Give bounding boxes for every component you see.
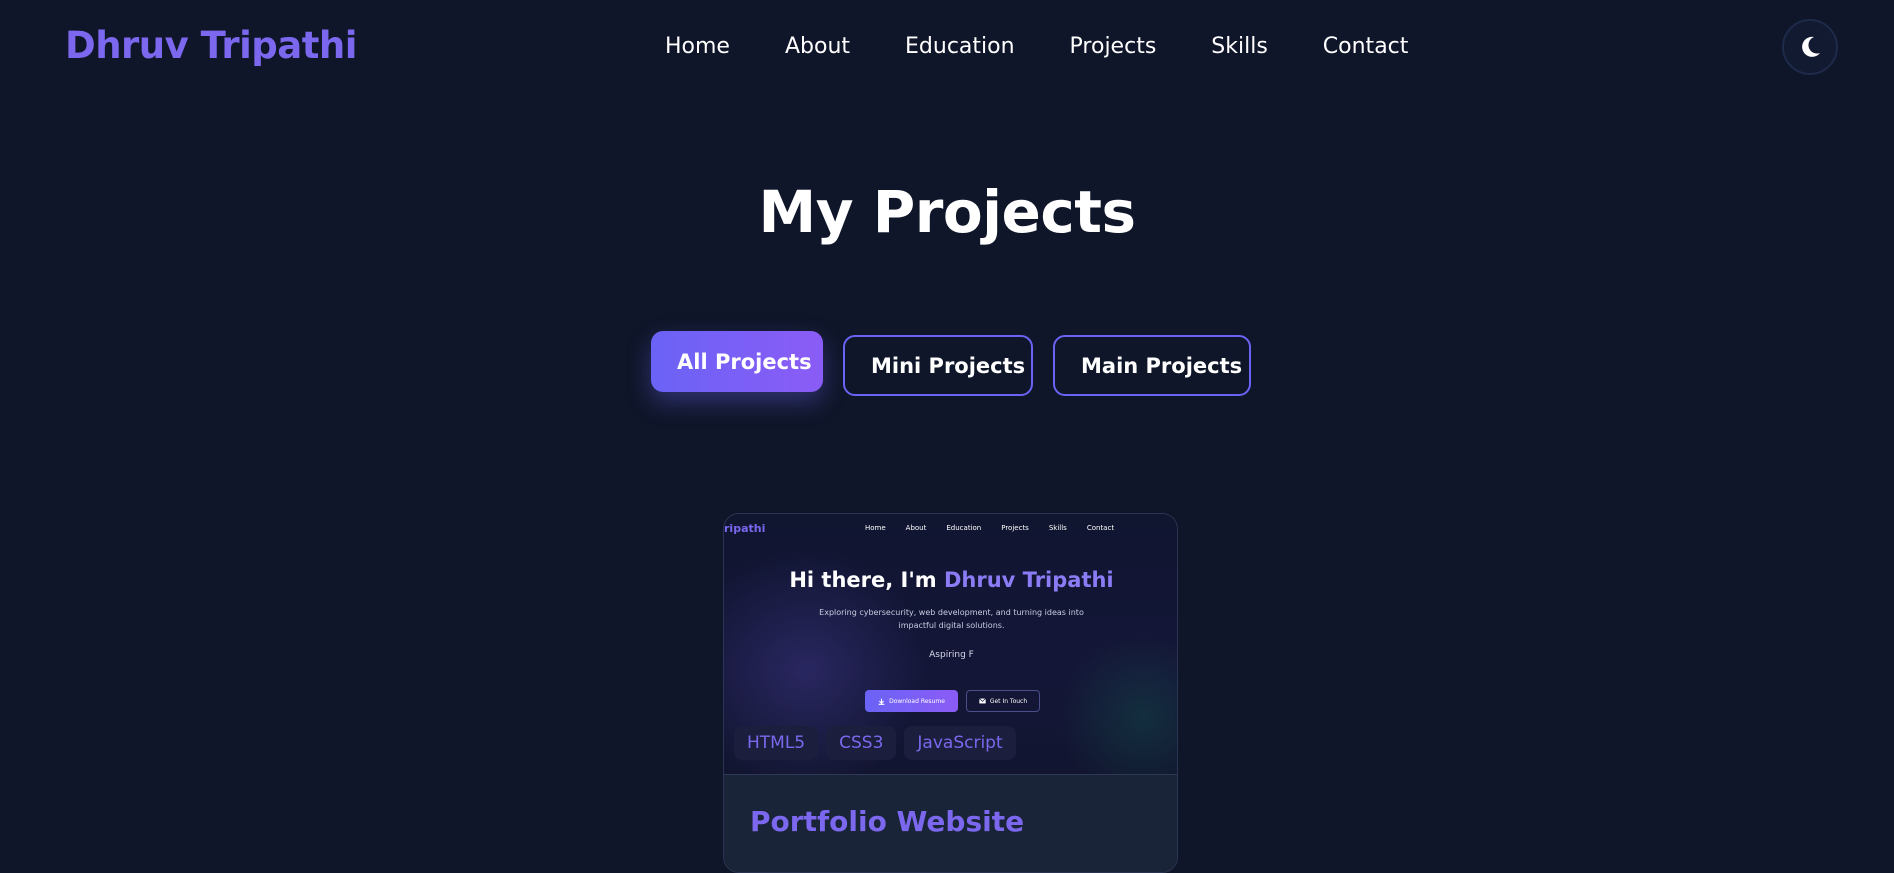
moon-icon: [1802, 36, 1820, 57]
preview-nav-item: Projects: [1001, 524, 1029, 532]
nav-link-contact[interactable]: Contact: [1323, 34, 1409, 59]
site-logo[interactable]: Dhruv Tripathi: [65, 24, 357, 67]
tech-tag-html5: HTML5: [734, 726, 819, 760]
preview-nav-item: Education: [946, 524, 982, 532]
preview-hero-name: Dhruv Tripathi: [943, 568, 1114, 592]
nav-link-projects[interactable]: Projects: [1070, 34, 1157, 59]
preview-get-in-touch-label: Get In Touch: [989, 697, 1028, 705]
preview-buttons: Download Resume Get In Touch: [865, 690, 1040, 712]
filter-mini-projects-button[interactable]: Mini Projects: [843, 335, 1033, 396]
nav-link-skills[interactable]: Skills: [1211, 34, 1268, 59]
nav-link-about[interactable]: About: [785, 34, 850, 59]
project-preview-image: ripathi Home About Education Projects Sk…: [724, 514, 1177, 774]
preview-nav: Home About Education Projects Skills Con…: [865, 524, 1134, 532]
nav-links: Home About Education Projects Skills Con…: [665, 34, 1463, 59]
preview-hero-prefix: Hi there, I'm: [789, 568, 944, 592]
download-icon: [878, 698, 885, 705]
tech-tag-javascript: JavaScript: [904, 726, 1016, 760]
nav-link-home[interactable]: Home: [665, 34, 730, 59]
project-tags: HTML5 CSS3 JavaScript: [734, 726, 1024, 760]
project-filters: All Projects Mini Projects Main Projects: [651, 331, 1251, 396]
preview-get-in-touch-button: Get In Touch: [966, 690, 1040, 712]
project-card[interactable]: ripathi Home About Education Projects Sk…: [723, 513, 1178, 873]
preview-nav-item: Skills: [1048, 524, 1067, 532]
preview-logo: ripathi: [724, 522, 766, 535]
tech-tag-css3: CSS3: [826, 726, 897, 760]
preview-nav-item: About: [905, 524, 927, 532]
preview-nav-item: Home: [865, 524, 886, 532]
section-title: My Projects: [758, 178, 1136, 246]
project-title[interactable]: Portfolio Website: [750, 805, 1024, 838]
filter-all-projects-button[interactable]: All Projects: [651, 331, 823, 392]
filter-main-projects-button[interactable]: Main Projects: [1053, 335, 1251, 396]
theme-toggle-button[interactable]: [1782, 19, 1838, 75]
navbar: Dhruv Tripathi Home About Education Proj…: [0, 0, 1894, 96]
preview-subtitle: Exploring cybersecurity, web development…: [819, 608, 1084, 630]
project-card-body: Portfolio Website: [724, 774, 1177, 872]
preview-typing-text: Aspiring F: [929, 650, 974, 660]
envelope-icon: [978, 698, 986, 704]
preview-nav-item: Contact: [1086, 524, 1115, 532]
nav-link-education[interactable]: Education: [905, 34, 1015, 59]
preview-download-resume-label: Download Resume: [889, 697, 945, 705]
preview-download-resume-button: Download Resume: [865, 690, 958, 712]
preview-hero-heading: Hi there, I'm Dhruv Tripathi: [724, 568, 1177, 592]
